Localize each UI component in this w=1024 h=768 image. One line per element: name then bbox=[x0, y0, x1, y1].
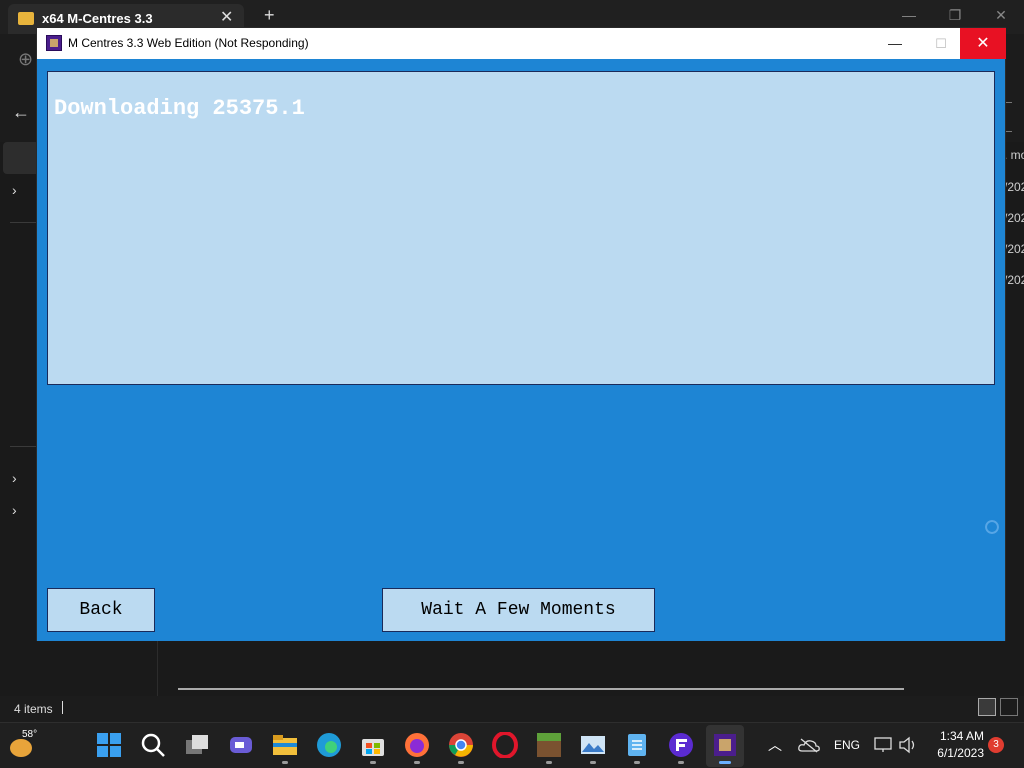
running-indicator bbox=[678, 761, 684, 764]
task-view-icon[interactable] bbox=[184, 732, 210, 758]
running-indicator bbox=[414, 761, 420, 764]
running-indicator bbox=[546, 761, 552, 764]
network-icon[interactable] bbox=[874, 736, 892, 768]
close-tab-icon[interactable]: ✕ bbox=[220, 7, 233, 27]
m-centres-app-icon bbox=[46, 35, 62, 51]
loading-spinner-icon bbox=[983, 518, 1001, 536]
opera-icon[interactable] bbox=[492, 731, 518, 759]
new-item-icon[interactable]: ⊕ bbox=[18, 49, 33, 70]
clock-date: 6/1/2023 bbox=[937, 746, 984, 760]
status-separator bbox=[62, 701, 63, 714]
desktop: x64 M-Centres 3.3 ✕ + — ❐ ✕ ⊕ ← › › › . … bbox=[0, 0, 1024, 768]
file-list-date-column: . mo /202 /202 /202 /202 bbox=[1004, 142, 1024, 302]
minecraft-icon[interactable] bbox=[536, 732, 562, 758]
app-f-icon[interactable] bbox=[668, 732, 694, 758]
taskbar: 58° ︿ ENG 1:34 AM 6/1/2023 3 bbox=[0, 722, 1024, 768]
back-button[interactable]: Back bbox=[47, 588, 155, 632]
m-centres-window: M Centres 3.3 Web Edition (Not Respondin… bbox=[36, 27, 1006, 641]
column-header-fragment: . mo bbox=[1004, 148, 1024, 162]
edge-icon[interactable] bbox=[316, 732, 342, 758]
explorer-window-controls: — ❐ ✕ bbox=[886, 0, 1024, 30]
minimize-icon[interactable]: — bbox=[886, 0, 932, 30]
maximize-button[interactable]: ☐ bbox=[918, 28, 964, 59]
notepad-icon[interactable] bbox=[624, 732, 650, 758]
chevron-right-icon[interactable]: › bbox=[12, 182, 17, 198]
chevron-right-icon[interactable]: › bbox=[12, 470, 17, 486]
back-arrow-icon[interactable]: ← bbox=[12, 102, 30, 123]
weather-temperature: 58° bbox=[22, 729, 38, 740]
file-explorer-icon[interactable] bbox=[272, 732, 298, 758]
chevron-right-icon[interactable]: › bbox=[12, 502, 17, 518]
clock-time: 1:34 AM bbox=[939, 729, 984, 743]
store-icon[interactable] bbox=[360, 732, 386, 758]
folder-icon bbox=[18, 12, 34, 25]
explorer-status-bar: 4 items bbox=[0, 696, 1024, 722]
date-fragment: /202 bbox=[1004, 242, 1024, 256]
tiles-view-icon[interactable] bbox=[1000, 698, 1018, 716]
close-icon[interactable]: ✕ bbox=[978, 0, 1024, 30]
date-fragment: /202 bbox=[1004, 180, 1024, 194]
new-tab-icon[interactable]: + bbox=[264, 5, 275, 26]
clock[interactable]: 1:34 AM 6/1/2023 bbox=[928, 728, 984, 762]
weather-widget[interactable]: 58° bbox=[10, 729, 50, 763]
download-status-text: Downloading 25375.1 bbox=[54, 96, 305, 121]
firefox-icon[interactable] bbox=[404, 732, 430, 758]
m-centres-icon[interactable] bbox=[712, 732, 738, 758]
minimize-button[interactable]: — bbox=[872, 28, 918, 59]
close-button[interactable]: ✕ bbox=[960, 28, 1006, 59]
language-indicator[interactable]: ENG bbox=[834, 738, 860, 768]
chevron-up-icon[interactable]: ︿ bbox=[768, 735, 782, 768]
teams-icon[interactable] bbox=[228, 732, 254, 758]
download-status-panel: Downloading 25375.1 bbox=[47, 71, 995, 385]
wait-button[interactable]: Wait A Few Moments bbox=[382, 588, 655, 632]
window-content: Downloading 25375.1 Back Wait A Few Mome… bbox=[37, 59, 1005, 641]
running-indicator bbox=[370, 761, 376, 764]
volume-icon[interactable] bbox=[898, 736, 918, 768]
window-title-bar[interactable]: M Centres 3.3 Web Edition (Not Respondin… bbox=[37, 28, 1006, 59]
active-indicator bbox=[719, 761, 731, 764]
date-fragment: /202 bbox=[1004, 273, 1024, 287]
running-indicator bbox=[634, 761, 640, 764]
onedrive-icon[interactable] bbox=[798, 737, 820, 768]
date-fragment: /202 bbox=[1004, 211, 1024, 225]
details-view-icon[interactable] bbox=[978, 698, 996, 716]
weather-icon bbox=[10, 739, 32, 757]
item-count: 4 items bbox=[14, 702, 53, 716]
chrome-icon[interactable] bbox=[448, 732, 474, 758]
horizontal-scrollbar[interactable] bbox=[178, 688, 904, 690]
photos-icon[interactable] bbox=[580, 732, 606, 758]
window-title: M Centres 3.3 Web Edition (Not Respondin… bbox=[68, 36, 309, 50]
restore-icon[interactable]: ❐ bbox=[932, 0, 978, 30]
search-icon[interactable] bbox=[140, 732, 166, 758]
running-indicator bbox=[590, 761, 596, 764]
notification-badge[interactable]: 3 bbox=[988, 737, 1004, 753]
start-icon[interactable] bbox=[96, 732, 122, 758]
running-indicator bbox=[282, 761, 288, 764]
explorer-tab-title: x64 M-Centres 3.3 bbox=[42, 11, 153, 26]
running-indicator bbox=[458, 761, 464, 764]
